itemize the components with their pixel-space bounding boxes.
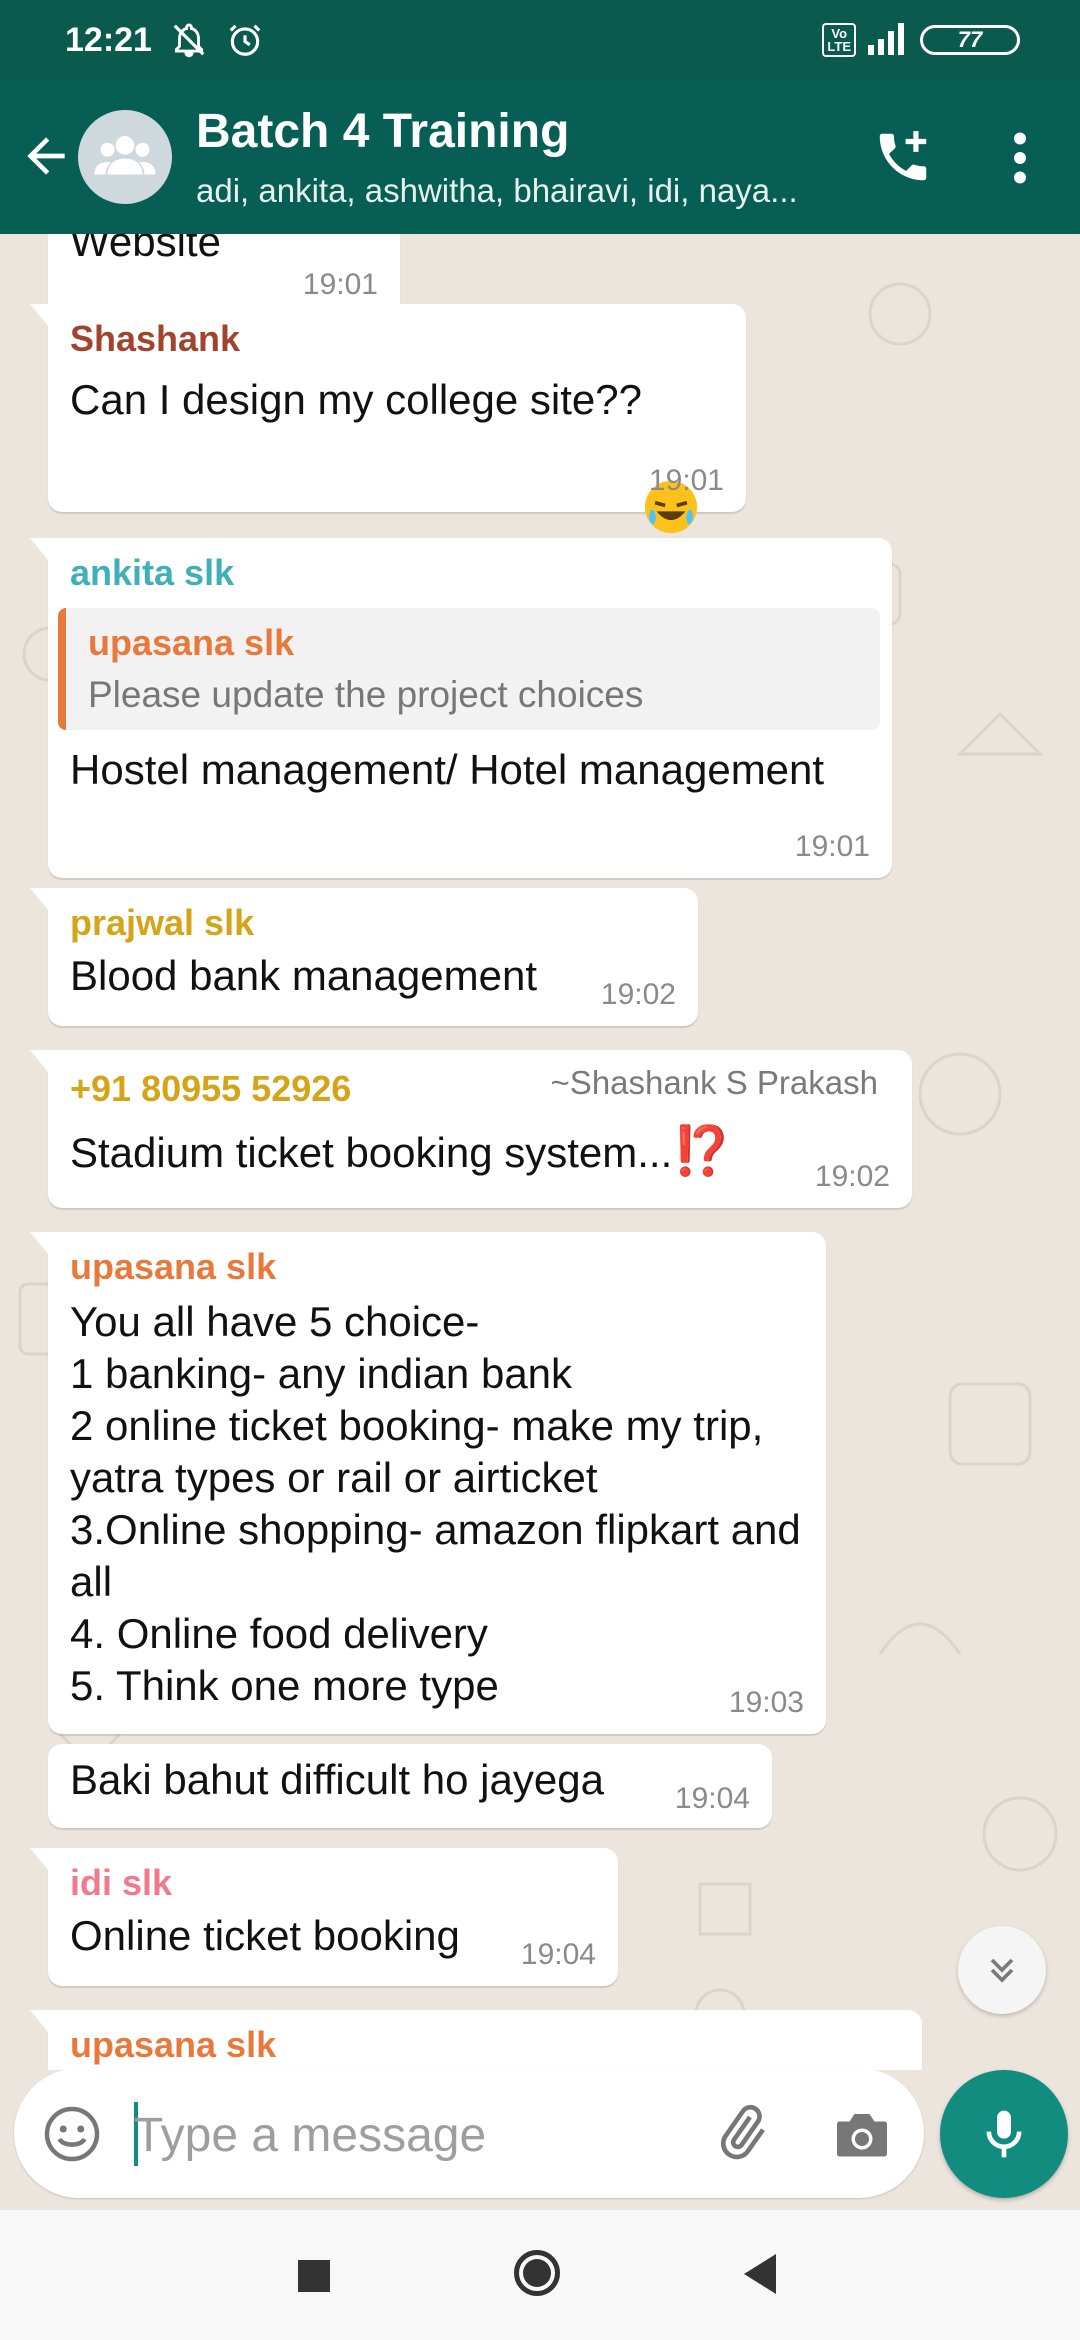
message-sender: Shashank [70, 318, 241, 359]
group-participants[interactable]: adi, ankita, ashwitha, bhairavi, idi, na… [196, 172, 798, 210]
home-icon[interactable] [514, 2250, 560, 2296]
message-bubble[interactable]: upasana slk [30, 2010, 922, 2070]
message-bubble[interactable]: Baki bahut difficult ho jayega 19:04 [48, 1744, 772, 1828]
message-time: 19:04 [520, 1938, 596, 1971]
alarm-icon [226, 21, 264, 59]
group-avatar-icon[interactable] [78, 110, 172, 204]
message-sender: upasana slk [70, 1246, 277, 1287]
message-text: Stadium ticket booking system... [70, 1129, 673, 1176]
message-time: 19:04 [674, 1782, 750, 1815]
status-bar: 12:21 Vo LTE 77 [0, 0, 1080, 80]
quoted-message[interactable]: upasana slk Please update the project ch… [58, 608, 880, 730]
message-time: 19:02 [600, 978, 676, 1011]
battery-icon: 77 [920, 25, 1020, 55]
message-time: 19:01 [648, 464, 724, 497]
message-text: Hostel management/ Hotel management [70, 746, 825, 793]
message-time: 19:01 [794, 830, 870, 863]
message-bubble[interactable]: upasana slk You all have 5 choice- 1 ban… [30, 1232, 826, 1734]
more-options-icon[interactable] [1005, 128, 1035, 193]
message-text: Baki bahut difficult ho jayega [70, 1756, 604, 1803]
message-input[interactable] [132, 2096, 696, 2174]
scroll-down-button[interactable] [958, 1926, 1046, 2014]
message-composer [14, 2068, 924, 2198]
signal-icon [866, 21, 910, 60]
contact-push-name: ~Shashank S Prakash [550, 1064, 878, 1101]
message-time: 19:03 [728, 1686, 804, 1719]
camera-icon[interactable] [832, 2106, 892, 2167]
message-time: 19:02 [814, 1160, 890, 1193]
scroll-down-icon [990, 1958, 1014, 1983]
microphone-icon [986, 2110, 1022, 2158]
message-bubble[interactable]: prajwal slk Blood bank management 19:02 [30, 888, 698, 1026]
message-text: Blood bank management [70, 952, 537, 999]
message-text: You all have 5 choice- 1 banking- any in… [70, 1298, 801, 1709]
group-title[interactable]: Batch 4 Training [196, 104, 569, 159]
message-bubble[interactable]: ankita slk upasana slk Please update the… [30, 538, 892, 878]
message-bubble[interactable]: idi slk Online ticket booking 19:04 [30, 1848, 618, 1986]
message-text: Website [70, 234, 221, 265]
add-call-icon[interactable] [872, 126, 934, 193]
message-bubble[interactable]: Shashank Can I design my college site?? … [30, 304, 746, 534]
chat-header: Batch 4 Training adi, ankita, ashwitha, … [0, 80, 1080, 234]
message-time: 19:01 [302, 268, 378, 301]
quoted-sender: upasana slk [88, 622, 295, 663]
message-bubble[interactable]: +91 80955 52926 ~Shashank S Prakash Stad… [30, 1050, 912, 1208]
system-nav-bar [0, 2210, 1080, 2340]
volte-icon: Vo LTE [822, 23, 856, 57]
attach-icon[interactable] [710, 2102, 772, 2169]
laughing-emoji-icon [642, 374, 700, 534]
exclamation-question-emoji: ⁉️ [672, 1125, 733, 1178]
message-sender: ankita slk [70, 552, 235, 593]
voice-message-button[interactable] [940, 2070, 1068, 2198]
quoted-text: Please update the project choices [88, 674, 644, 715]
back-arrow-icon[interactable] [18, 128, 74, 189]
back-icon[interactable] [744, 2254, 776, 2294]
message-text: Online ticket booking [70, 1912, 460, 1959]
recent-apps-icon[interactable] [298, 2260, 330, 2292]
emoji-icon[interactable] [42, 2104, 102, 2169]
mute-notifications-icon [170, 21, 208, 59]
status-time: 12:21 [65, 20, 152, 59]
message-sender: idi slk [70, 1862, 173, 1903]
message-sender: upasana slk [70, 2024, 277, 2065]
message-sender: prajwal slk [70, 902, 255, 943]
message-text: Can I design my college site?? [70, 376, 642, 424]
chat-messages[interactable]: Website 19:01 Shashank Can I design my c… [0, 234, 1080, 2070]
